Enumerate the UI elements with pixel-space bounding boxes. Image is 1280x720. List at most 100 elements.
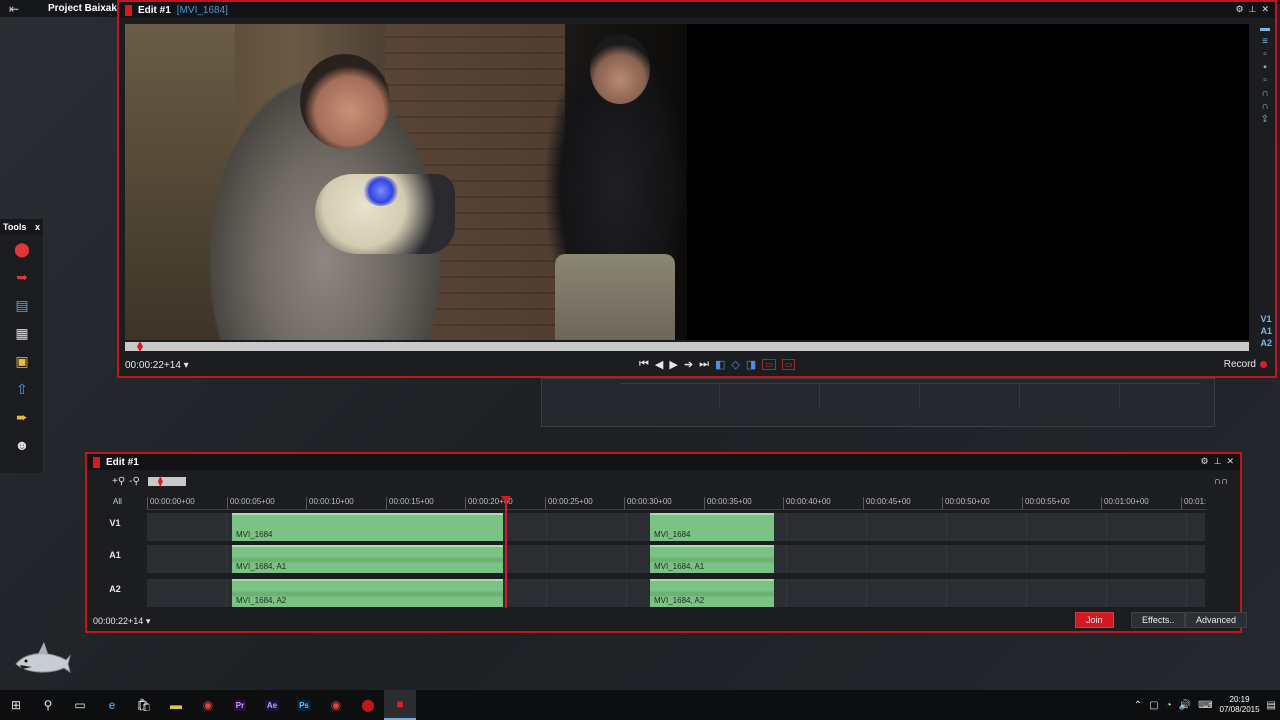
record-app-icon[interactable]: ⬤ (352, 690, 384, 720)
ruler-tick: 00:00:25+00 (545, 497, 593, 509)
timeline-icon[interactable]: ▤ (0, 291, 44, 319)
mark-in-icon[interactable]: ▫ (1263, 76, 1267, 86)
advanced-button[interactable]: Advanced (1185, 612, 1248, 628)
audio-clip[interactable]: MVI_1684, A1 (650, 545, 774, 573)
photoshop-icon[interactable]: Ps (288, 690, 320, 720)
chevron-up-icon[interactable]: ⌃ (1134, 700, 1142, 711)
browser-icon[interactable]: ▣ (0, 347, 44, 375)
track-label-v1[interactable]: V1 (91, 518, 139, 528)
track-lane[interactable]: MVI_1684 MVI_1684 (147, 513, 1205, 541)
volume-icon[interactable]: 🔊 (1179, 700, 1191, 711)
clear-marks-icon[interactable]: ◇ (731, 358, 739, 371)
project-bar: ⇤ Project Baixaki (0, 0, 120, 17)
keyboard-icon[interactable]: ⌨ (1198, 700, 1212, 711)
arc-icon[interactable]: ∩ (1261, 89, 1268, 99)
join-button[interactable]: Join (1075, 612, 1114, 628)
record-control[interactable]: Record (1224, 359, 1267, 370)
settings-icon[interactable]: ⚙ (1201, 456, 1209, 467)
snap-icons[interactable]: ∩∩ (1214, 476, 1228, 487)
ruler-tick: 00:00:05+00 (227, 497, 275, 509)
store-icon[interactable]: 🛍 (128, 690, 160, 720)
search-icon[interactable]: ⚲ (32, 690, 64, 720)
viewer-timecode[interactable]: 00:00:22+14 ▾ (125, 360, 189, 371)
pin-icon[interactable]: ⊥ (1214, 456, 1222, 467)
mark-in-icon[interactable]: ◧ (715, 358, 725, 371)
users-icon[interactable]: ☻ (0, 431, 44, 459)
zoom-slider[interactable] (147, 476, 186, 487)
record-dot-icon (1260, 361, 1267, 368)
record-icon[interactable]: ⬤ (0, 235, 44, 263)
timeline-window-controls: ⚙ ⊥ ✕ (1201, 456, 1234, 467)
track-label-a2[interactable]: A2 (91, 584, 139, 594)
ruler-tick: 00:00:10+00 (306, 497, 354, 509)
folder-icon[interactable]: ▬ (1260, 24, 1270, 34)
chrome-alt-icon[interactable]: ◉ (320, 690, 352, 720)
video-preview[interactable] (125, 24, 1249, 340)
after-effects-icon[interactable]: Ae (256, 690, 288, 720)
frame-icon[interactable]: ▫ (1263, 50, 1267, 60)
list-icon[interactable]: ≡ (1262, 37, 1268, 47)
step-forward-icon[interactable]: ➔ (684, 358, 693, 371)
notifications-icon[interactable]: ▤ (1267, 700, 1276, 711)
track-label-a1[interactable]: A1 (1260, 326, 1272, 336)
insert-icon[interactable]: ▭ (762, 359, 776, 370)
track-label-a2[interactable]: A2 (1260, 338, 1272, 348)
track-label-v1[interactable]: V1 (1260, 314, 1272, 324)
frame-small-icon[interactable]: ▪ (1263, 63, 1267, 73)
task-view-icon[interactable]: ▭ (64, 690, 96, 720)
close-icon[interactable]: ✕ (1261, 4, 1269, 15)
folder-icon[interactable]: ▬ (160, 690, 192, 720)
track-lane[interactable]: MVI_1684, A2 MVI_1684, A2 (147, 579, 1205, 607)
timeline-timecode[interactable]: 00:00:22+14 ▾ (93, 616, 150, 627)
viewer-scrub-bar[interactable] (125, 341, 1249, 352)
settings-icon[interactable]: ⚙ (1236, 4, 1244, 15)
pin-icon[interactable]: ⊥ (1249, 4, 1257, 15)
effects-button[interactable]: Effects.. (1131, 612, 1186, 628)
tools-header: Tools x (0, 219, 43, 235)
video-clip[interactable]: MVI_1684 (650, 513, 774, 541)
transport-controls: ⏮ ◀ ▶ ➔ ⏭ ◧ ◇ ◨ ▭ ▭ (639, 358, 796, 371)
scrub-handle[interactable] (137, 341, 143, 352)
background-panel (541, 378, 1215, 427)
exit-icon[interactable]: ⇤ (0, 2, 28, 16)
audio-clip[interactable]: MVI_1684, A2 (650, 579, 774, 607)
overwrite-icon[interactable]: ▭ (781, 359, 796, 370)
go-to-start-icon[interactable]: ⏮ (639, 358, 649, 371)
play-icon[interactable]: ▶ (669, 358, 677, 371)
chrome-icon[interactable]: ◉ (192, 690, 224, 720)
start-icon[interactable]: ⊞ (0, 690, 32, 720)
ruler-tick: 00:00:55+00 (1022, 497, 1070, 509)
go-to-end-icon[interactable]: ⏭ (699, 358, 709, 371)
all-tracks-label[interactable]: All (113, 497, 122, 506)
viewer-track-labels: V1 A1 A2 (1260, 314, 1272, 348)
tools-close-icon[interactable]: x (35, 222, 40, 232)
record-label: Record (1223, 359, 1256, 370)
clock[interactable]: 20:19 07/08/2015 (1220, 695, 1260, 715)
premiere-icon[interactable]: Pr (224, 690, 256, 720)
timeline-ruler[interactable]: 00:00:00+00 00:00:05+00 00:00:10+00 00:0… (147, 492, 1207, 510)
track-label-a1[interactable]: A1 (91, 550, 139, 560)
wifi-icon[interactable]: ◔ (1166, 700, 1172, 711)
zoom-in-icon[interactable]: +⚲ (112, 476, 125, 487)
viewer-titlebar[interactable]: Edit #1 [MVI_1684] (119, 2, 1275, 18)
export-icon[interactable]: ⇧ (0, 375, 44, 403)
upload-icon[interactable]: ⇪ (1261, 115, 1269, 125)
close-icon[interactable]: ✕ (1226, 456, 1234, 467)
video-clip[interactable]: MVI_1684 (232, 513, 503, 541)
lightworks-icon[interactable]: ■ (384, 690, 416, 720)
arc2-icon[interactable]: ∩ (1261, 102, 1268, 112)
timeline-titlebar[interactable]: Edit #1 (87, 454, 1240, 470)
zoom-out-icon[interactable]: -⚲ (129, 476, 140, 487)
ruler-tick: 00:00:45+00 (863, 497, 911, 509)
step-back-icon[interactable]: ◀ (655, 358, 663, 371)
network-icon[interactable]: ▢ (1149, 700, 1158, 711)
storyboard-icon[interactable]: ▦ (0, 319, 44, 347)
audio-clip[interactable]: MVI_1684, A1 (232, 545, 503, 573)
audio-clip[interactable]: MVI_1684, A2 (232, 579, 503, 607)
forward-icon[interactable]: ➨ (0, 403, 44, 431)
mark-out-icon[interactable]: ◨ (746, 358, 756, 371)
import-icon[interactable]: ➥ (0, 263, 44, 291)
edge-icon[interactable]: e (96, 690, 128, 720)
track-lane[interactable]: MVI_1684, A1 MVI_1684, A1 (147, 545, 1205, 573)
playhead[interactable] (505, 496, 507, 608)
